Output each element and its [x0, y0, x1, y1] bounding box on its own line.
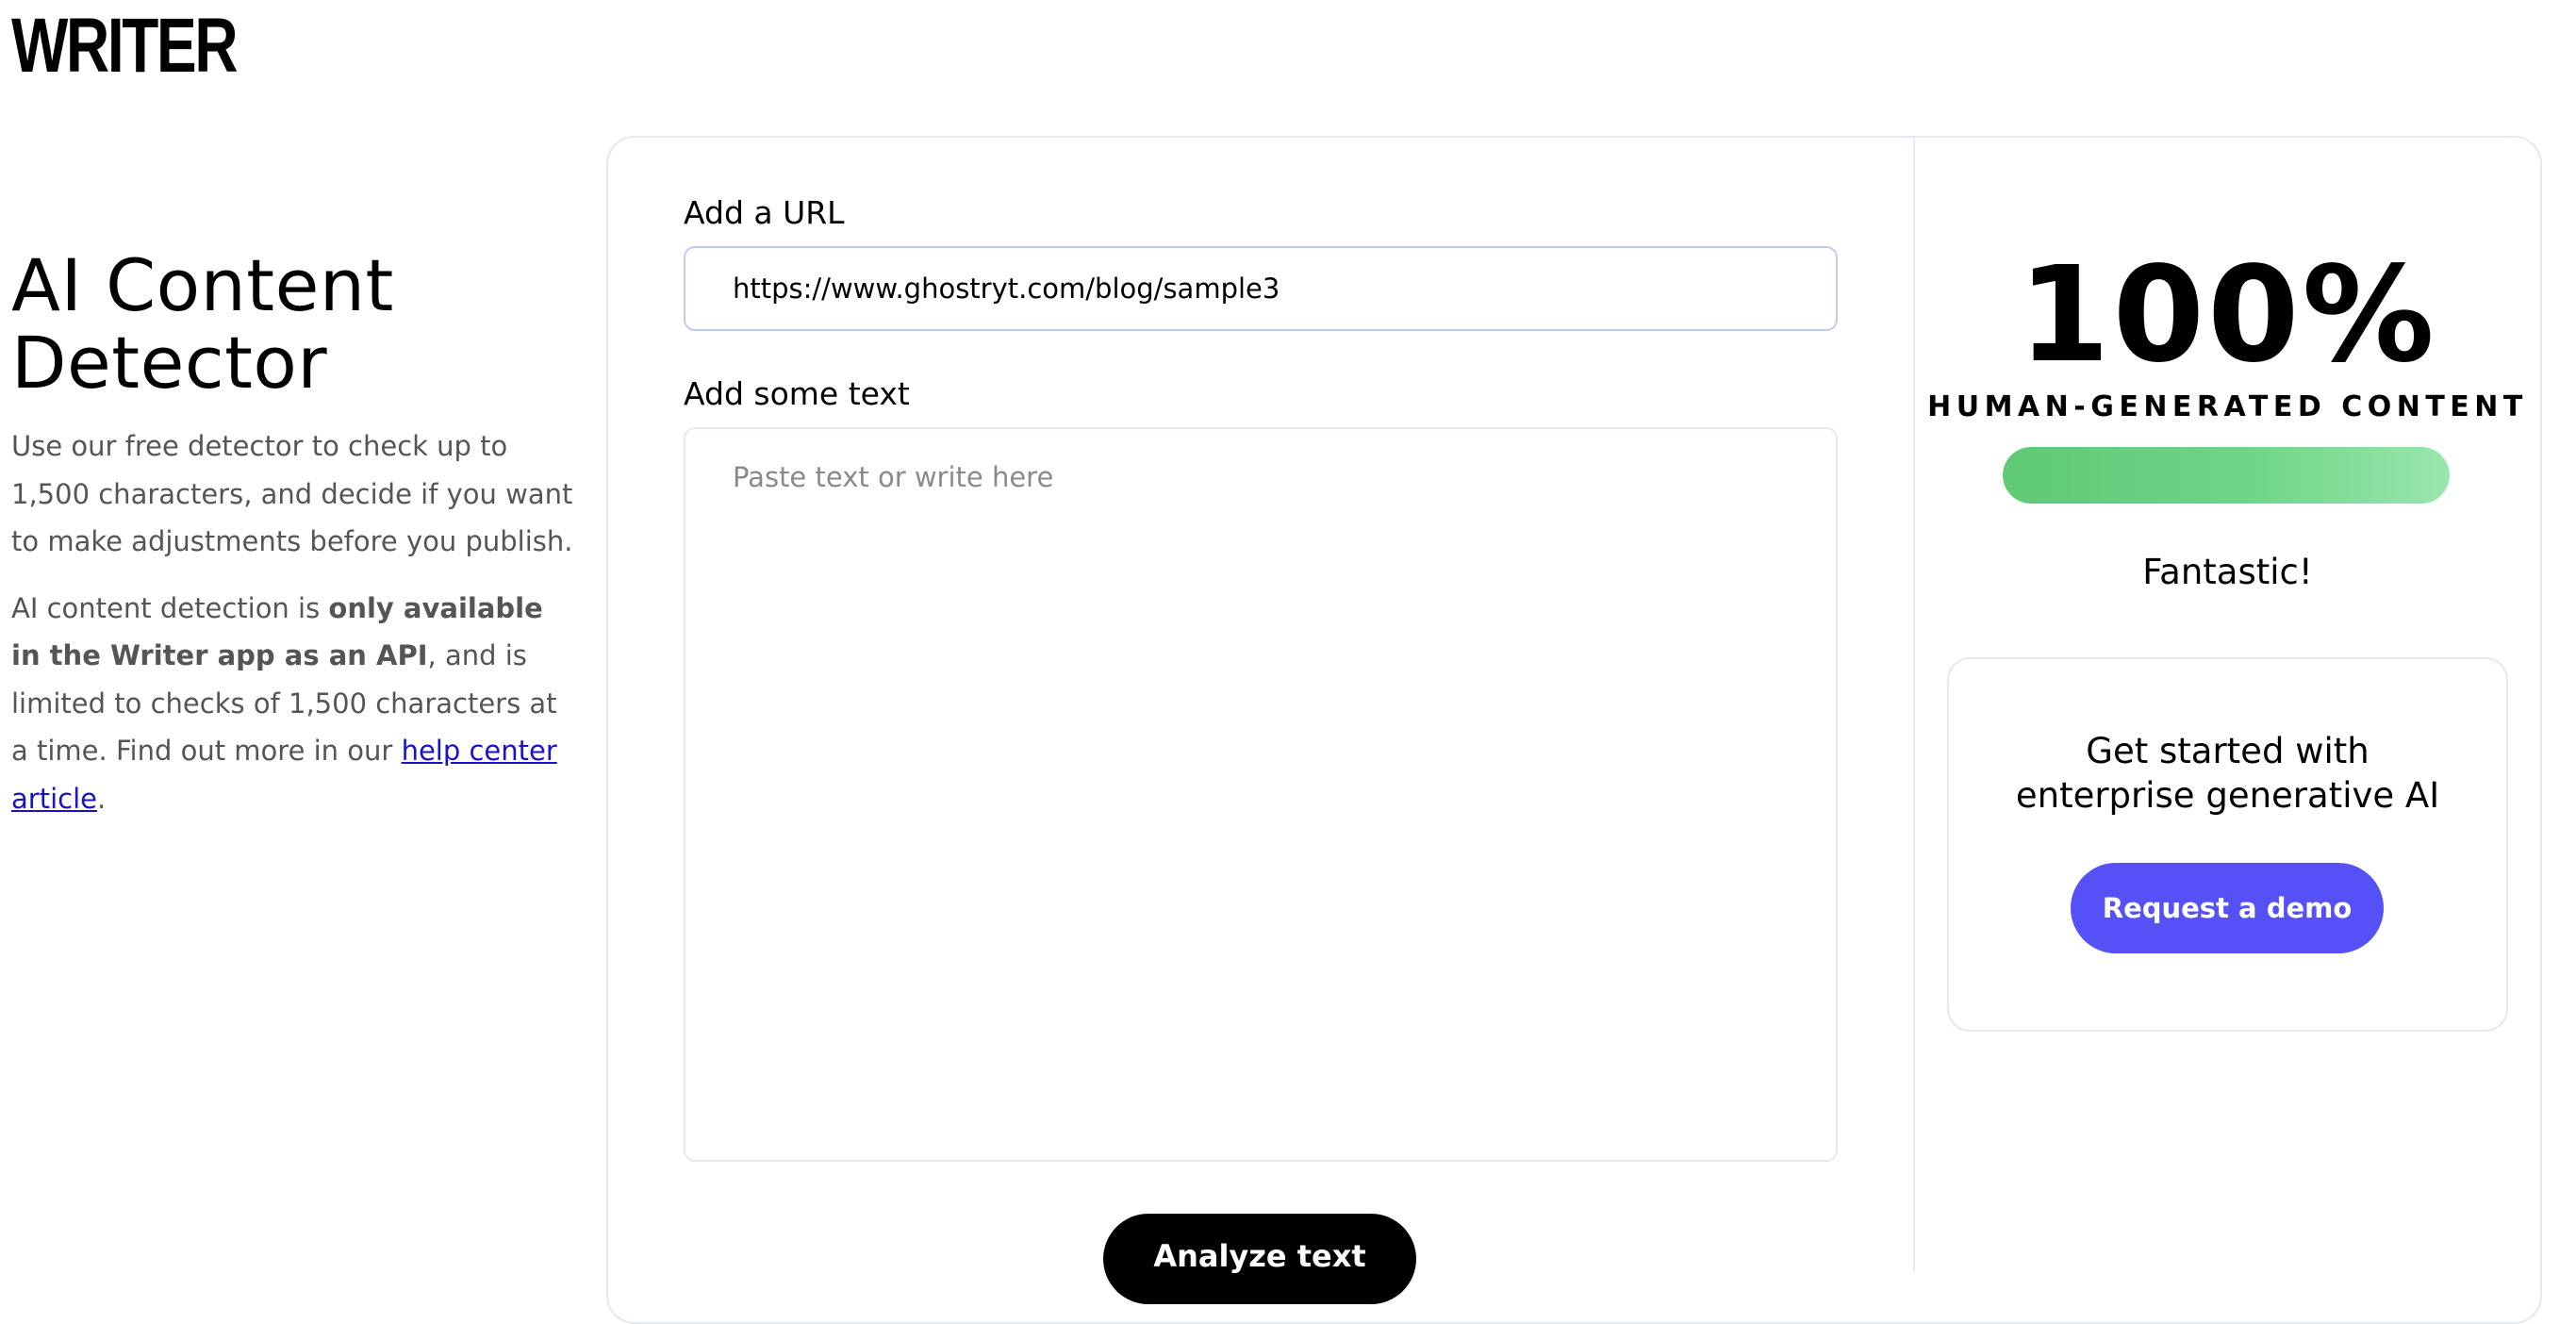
promo-card: Get started with enterprise generative A… — [1947, 657, 2508, 1032]
request-demo-button[interactable]: Request a demo — [2071, 863, 2384, 953]
url-input[interactable] — [684, 246, 1838, 331]
writer-logo[interactable]: WRITER — [11, 8, 239, 85]
url-label: Add a URL — [684, 194, 845, 231]
score-meter-fill — [2003, 447, 2450, 504]
score-verdict: Fantastic! — [2142, 552, 2313, 592]
page-title-line2: Detector — [11, 321, 328, 405]
intro-api-note: AI content detection is only available i… — [11, 585, 577, 823]
text-input[interactable] — [684, 427, 1838, 1162]
score-caption: HUMAN-GENERATED CONTENT — [1927, 390, 2528, 423]
intro-description: Use our free detector to check up to 1,5… — [11, 430, 573, 557]
api-note-suffix: . — [96, 782, 107, 815]
promo-title-line1: Get started with — [2086, 731, 2370, 771]
score-meter — [2003, 447, 2450, 504]
page-title: AI Content Detector — [11, 247, 577, 402]
text-label: Add some text — [684, 375, 910, 412]
intro-section: AI Content Detector Use our free detecto… — [11, 247, 577, 822]
score-percentage: 100% — [2018, 239, 2437, 392]
promo-title-line2: enterprise generative AI — [2015, 775, 2440, 816]
api-note-prefix: AI content detection is — [11, 591, 329, 624]
page-title-line1: AI Content — [11, 243, 394, 327]
promo-title: Get started with enterprise generative A… — [1949, 729, 2506, 818]
analyze-text-button[interactable]: Analyze text — [1103, 1214, 1416, 1304]
